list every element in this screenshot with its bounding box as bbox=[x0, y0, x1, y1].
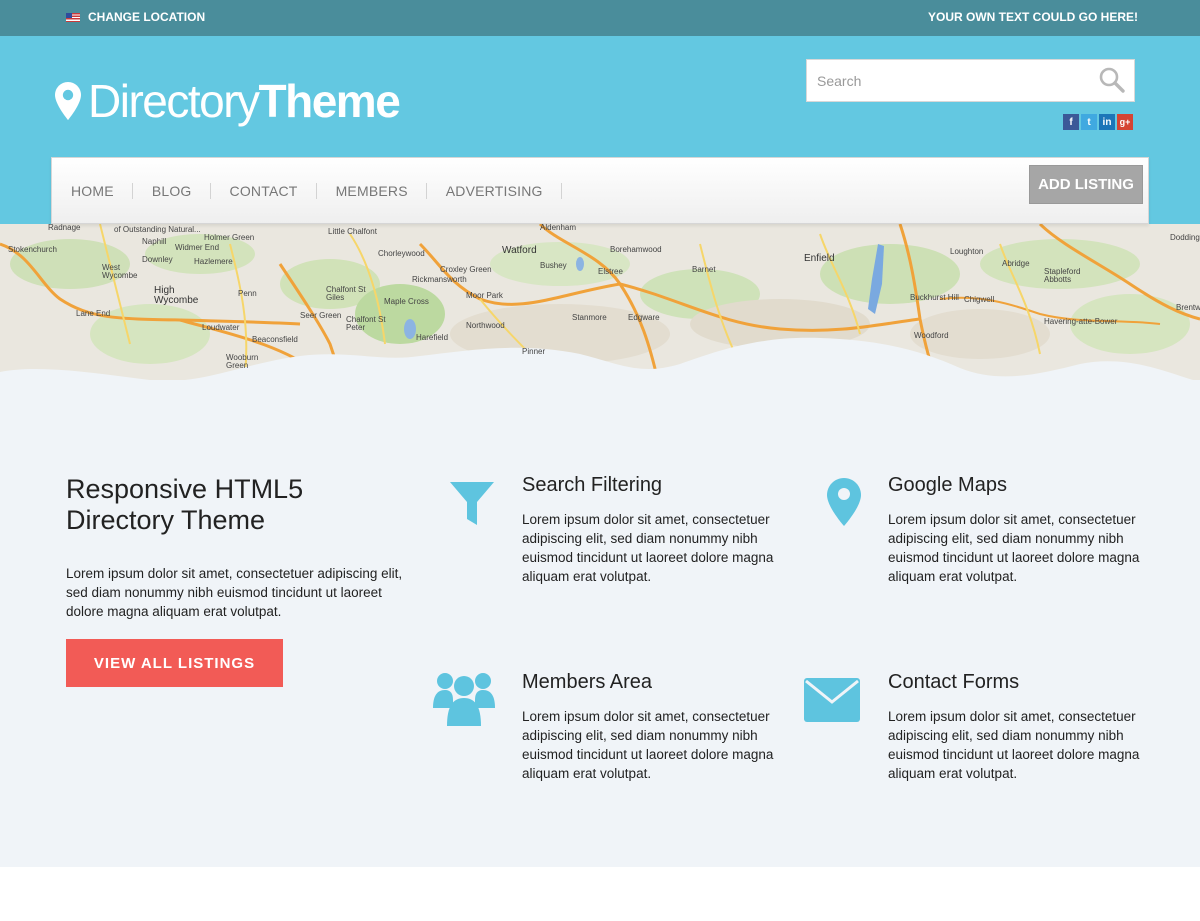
feature-text: Lorem ipsum dolor sit amet, consectetuer… bbox=[522, 709, 774, 781]
view-all-listings-button[interactable]: VIEW ALL LISTINGS bbox=[66, 639, 283, 687]
feature-title: Contact Forms bbox=[888, 671, 1020, 693]
nav-link-members[interactable]: MEMBERS bbox=[336, 183, 408, 199]
nav-item-contact: CONTACT bbox=[211, 183, 317, 199]
map-label: Downley bbox=[142, 255, 173, 264]
envelope-icon bbox=[804, 678, 860, 722]
feature-text: Lorem ipsum dolor sit amet, consectetuer… bbox=[888, 512, 1140, 584]
logo-pin-icon bbox=[55, 82, 81, 120]
map-label: Woodford bbox=[914, 331, 949, 340]
map-label: Buckhurst Hill bbox=[910, 293, 959, 302]
map-label: Stanmore bbox=[572, 313, 607, 322]
map-label: Croxley Green bbox=[440, 265, 492, 274]
twitter-icon[interactable]: t bbox=[1081, 114, 1097, 130]
filter-icon bbox=[450, 482, 494, 525]
add-listing-button[interactable]: ADD LISTING bbox=[1029, 165, 1143, 204]
change-location-link[interactable]: CHANGE LOCATION bbox=[66, 10, 205, 24]
map-label: Enfield bbox=[804, 253, 835, 264]
map-label: Seer Green bbox=[300, 311, 342, 320]
map-label: Hazlemere bbox=[194, 257, 233, 266]
logo-text: DirectoryTheme bbox=[88, 75, 401, 127]
topbar-tagline: YOUR OWN TEXT COULD GO HERE! bbox=[928, 10, 1138, 24]
nav-link-advertising[interactable]: ADVERTISING bbox=[446, 183, 543, 199]
map-label: Penn bbox=[238, 289, 257, 298]
map-label: Northwood bbox=[466, 321, 505, 330]
nav-item-members: MEMBERS bbox=[317, 183, 427, 199]
map-label: High Wycombe bbox=[154, 285, 199, 306]
nav-link-contact[interactable]: CONTACT bbox=[230, 183, 298, 199]
map-label: Stapleford Abbotts bbox=[1044, 267, 1081, 284]
map-label: Stokenchurch bbox=[8, 245, 57, 254]
top-bar: CHANGE LOCATION YOUR OWN TEXT COULD GO H… bbox=[0, 0, 1200, 36]
map-label: Rickmansworth bbox=[412, 275, 467, 284]
feature-title: Google Maps bbox=[888, 474, 1007, 496]
intro-text: Lorem ipsum dolor sit amet, consectetuer… bbox=[66, 566, 403, 619]
map-label: Maple Cross bbox=[384, 297, 429, 306]
map-label: Bushey bbox=[540, 261, 567, 270]
us-flag-icon bbox=[66, 12, 80, 22]
map-label: Harefield bbox=[416, 333, 449, 342]
map-label: Pinner bbox=[522, 347, 546, 356]
facebook-icon[interactable]: f bbox=[1063, 114, 1079, 130]
map-label: Edgware bbox=[628, 313, 660, 322]
nav-link-home[interactable]: HOME bbox=[71, 183, 114, 199]
search-input[interactable] bbox=[807, 60, 1092, 101]
map-pin-icon bbox=[827, 478, 861, 526]
logo-text-light: Directory bbox=[88, 75, 260, 127]
map-label: Moor Park bbox=[466, 291, 503, 300]
map-label: Naphill bbox=[142, 237, 167, 246]
nav-item-advertising: ADVERTISING bbox=[427, 183, 562, 199]
map-label: Loughton bbox=[950, 247, 984, 256]
map-label: Radnage bbox=[48, 224, 81, 232]
map-label: Widmer End bbox=[175, 243, 220, 252]
map-label: Borehamwood bbox=[610, 245, 662, 254]
map-label: Watford bbox=[502, 245, 537, 256]
map-label: Little Chalfont bbox=[328, 227, 377, 236]
map-label: Beaconsfield bbox=[252, 335, 298, 344]
feature-text: Lorem ipsum dolor sit amet, consectetuer… bbox=[522, 512, 774, 584]
map-label: Abridge bbox=[1002, 259, 1030, 268]
users-icon bbox=[433, 673, 495, 726]
search-box bbox=[806, 59, 1135, 102]
nav-menu: HOME BLOG CONTACT MEMBERS ADVERTISING bbox=[52, 183, 562, 199]
intro-title: Responsive HTML5 Directory Theme bbox=[66, 474, 304, 535]
map-label: Barnet bbox=[692, 265, 716, 274]
change-location-label: CHANGE LOCATION bbox=[88, 10, 206, 24]
linkedin-icon[interactable]: in bbox=[1099, 114, 1115, 130]
map-label: Holmer Green bbox=[204, 233, 255, 242]
map-label: Chigwell bbox=[964, 295, 995, 304]
footer-strip bbox=[0, 867, 1200, 921]
map-label: Elstree bbox=[598, 267, 623, 276]
map-label: of Outstanding Natural... bbox=[114, 225, 201, 234]
social-links: f t in g+ bbox=[1063, 114, 1133, 130]
map-label: Dodding bbox=[1170, 233, 1200, 242]
map-label: Chorleywood bbox=[378, 249, 425, 258]
feature-title: Search Filtering bbox=[522, 474, 663, 496]
map-banner[interactable]: Radnage of Outstanding Natural... Holmer… bbox=[0, 224, 1200, 390]
logo-text-bold: Theme bbox=[258, 75, 401, 127]
nav-item-blog: BLOG bbox=[133, 183, 211, 199]
search-icon[interactable] bbox=[1098, 66, 1126, 94]
map-label: Chalfont St Peter bbox=[346, 315, 386, 332]
map-label: West Wycombe bbox=[102, 263, 138, 280]
feature-google-maps: Google Maps Lorem ipsum dolor sit amet, … bbox=[888, 474, 1148, 586]
features-section: Responsive HTML5 Directory Theme Lorem i… bbox=[0, 380, 1200, 867]
google-plus-icon[interactable]: g+ bbox=[1117, 114, 1133, 130]
feature-search-filtering: Search Filtering Lorem ipsum dolor sit a… bbox=[522, 474, 782, 586]
nav-item-home: HOME bbox=[52, 183, 133, 199]
map-label: Loudwater bbox=[202, 323, 240, 332]
map-label: Aldenham bbox=[540, 224, 577, 232]
map-label: Lane End bbox=[76, 309, 111, 318]
feature-text: Lorem ipsum dolor sit amet, consectetuer… bbox=[888, 709, 1140, 781]
main-nav: HOME BLOG CONTACT MEMBERS ADVERTISING AD… bbox=[51, 157, 1149, 224]
feature-members-area: Members Area Lorem ipsum dolor sit amet,… bbox=[522, 671, 782, 783]
map-label: Wooburn Green bbox=[226, 353, 259, 370]
map-label: Chalfont St Giles bbox=[326, 285, 366, 302]
map-label: Brentw bbox=[1176, 303, 1200, 312]
nav-link-blog[interactable]: BLOG bbox=[152, 183, 192, 199]
feature-title: Members Area bbox=[522, 671, 653, 693]
feature-contact-forms: Contact Forms Lorem ipsum dolor sit amet… bbox=[888, 671, 1148, 783]
map-label: Havering-atte-Bower bbox=[1044, 317, 1118, 326]
site-logo[interactable]: DirectoryTheme bbox=[54, 75, 401, 127]
